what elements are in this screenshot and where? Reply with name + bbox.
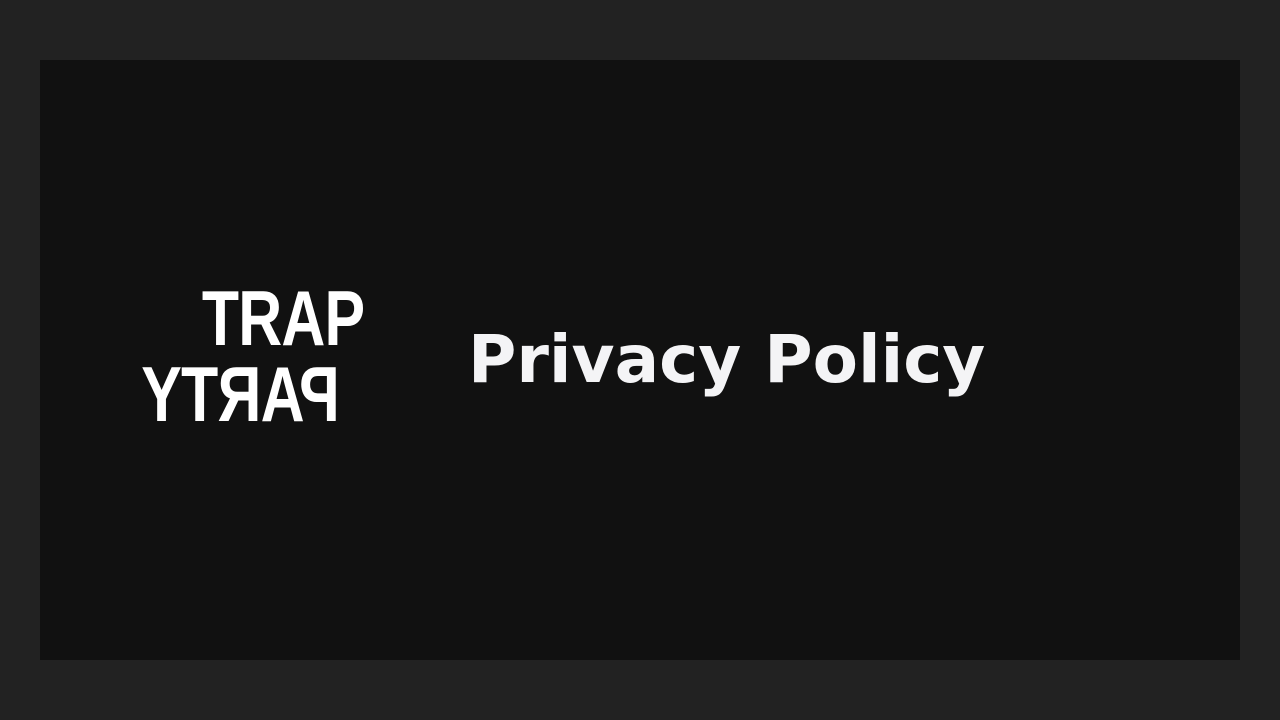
page-frame: TRAP PARTY Privacy Policy — [0, 0, 1280, 720]
logo-line-party-mirrored: PARTY — [142, 350, 340, 438]
hero-card: TRAP PARTY Privacy Policy — [40, 60, 1240, 660]
logo-line-trap: TRAP — [201, 274, 364, 362]
page-title: Privacy Policy — [468, 321, 986, 398]
trap-party-logo: TRAP PARTY — [142, 274, 365, 438]
